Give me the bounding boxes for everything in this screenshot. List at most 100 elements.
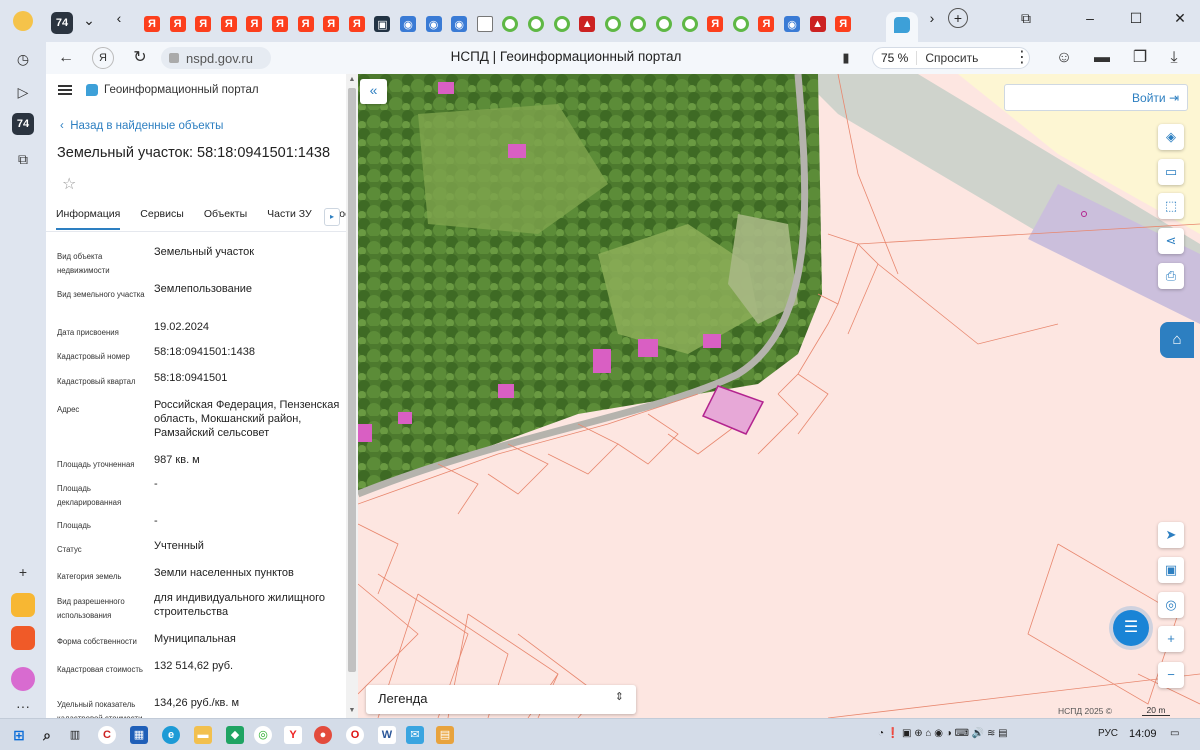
extension-icon[interactable]: ☺ (1054, 48, 1074, 68)
locate-icon[interactable]: ➤ (1158, 522, 1184, 548)
url-field[interactable]: nspd.gov.ru (161, 47, 271, 69)
active-tab[interactable] (886, 12, 918, 42)
side-assistant-tab[interactable]: ⌂ (1160, 322, 1194, 358)
profile-avatar[interactable] (13, 11, 33, 31)
map-canvas[interactable] (358, 74, 1200, 718)
windows-start-icon[interactable]: ⊞ (10, 726, 28, 744)
tab-favicon-icon[interactable]: ▣ (374, 16, 391, 32)
tab-favicon-icon[interactable]: Я (707, 16, 724, 32)
back-icon[interactable]: ← (56, 48, 76, 68)
legend-dropdown[interactable]: Легенда ⇕ (366, 685, 636, 714)
reload-icon[interactable]: ↻ (130, 48, 150, 68)
app-yellow-icon[interactable] (11, 593, 35, 617)
tab-favicon-icon[interactable]: Я (758, 16, 775, 32)
yandex-icon[interactable]: Я (92, 47, 114, 69)
add-icon[interactable]: + (11, 560, 35, 584)
tab-favicon-icon[interactable] (553, 16, 570, 32)
more-icon[interactable]: ··· (11, 694, 35, 718)
tab-favicon-icon[interactable]: Я (835, 16, 852, 32)
scroll-thumb[interactable] (348, 88, 356, 672)
tabs-scroll-right-icon[interactable]: › (922, 10, 942, 26)
zoom-in-icon[interactable]: + (1158, 626, 1184, 652)
explorer-icon[interactable]: ▬ (194, 726, 212, 744)
close-window-icon[interactable]: ✕ (1170, 10, 1190, 26)
tab-favicon-icon[interactable]: Я (169, 16, 186, 32)
language-indicator[interactable]: РУС (1098, 728, 1118, 739)
tabs-scroll-left-icon[interactable]: ‹ (109, 10, 129, 26)
tab-objects[interactable]: Объекты (204, 208, 247, 230)
opera-icon[interactable]: O (346, 726, 364, 744)
edge-icon[interactable]: e (162, 726, 180, 744)
minimap-icon[interactable]: ▣ (1158, 557, 1184, 583)
alice-icon[interactable] (11, 667, 35, 691)
bookmark-icon[interactable]: ▮ (836, 48, 856, 68)
app-circle-icon[interactable]: ◎ (254, 726, 272, 744)
login-button[interactable]: Войти ⇥ (1004, 84, 1188, 111)
hamburger-menu-icon[interactable] (58, 85, 72, 95)
tab-favicon-icon[interactable]: ▲ (809, 16, 826, 32)
play-icon[interactable]: ▷ (11, 80, 35, 104)
tab-favicon-icon[interactable]: ▲ (579, 16, 596, 32)
tray-icons[interactable]: ◔ ❗ ▣ ⊕ ⌂ ◉ ◑ ⌨ 🔊 ≋ ▤ (878, 728, 1008, 739)
map-view[interactable] (358, 74, 1200, 718)
download-icon[interactable]: ⤓ (1164, 48, 1184, 68)
tab-favicon-icon[interactable]: Я (272, 16, 288, 32)
tab-favicon-icon[interactable] (630, 16, 647, 32)
collections-icon[interactable]: ❐ (1130, 48, 1150, 68)
tab-favicon-icon[interactable]: Я (195, 16, 212, 32)
layers-icon[interactable]: ◈ (1158, 124, 1184, 150)
notifications-icon[interactable]: ▭ (1170, 728, 1179, 739)
tab-favicon-icon[interactable] (502, 16, 519, 32)
tab-services[interactable]: Сервисы (140, 208, 184, 230)
tab-favicon-icon[interactable]: Я (348, 16, 365, 32)
scroll-down-icon[interactable]: ▼ (348, 707, 356, 715)
chevron-down-icon[interactable]: ⌄ (79, 12, 99, 28)
zoom-and-ask[interactable]: 75 % Спросить (872, 47, 1030, 69)
tab-group-badge[interactable]: 74 (51, 12, 73, 34)
tab-info[interactable]: Информация (56, 208, 121, 230)
tab-favicon-icon[interactable] (681, 16, 698, 32)
tab-parts[interactable]: Части ЗУ (267, 208, 312, 230)
tab-favicon-icon[interactable] (656, 16, 672, 32)
tab-favicon-icon[interactable]: ◉ (451, 16, 468, 32)
new-tab-icon[interactable]: + (948, 8, 968, 28)
menu-dots-icon[interactable]: ⋮ (1012, 48, 1032, 68)
extension-2-icon[interactable]: ▬ (1092, 48, 1112, 68)
tabs-overview-icon[interactable]: ⧉ (1016, 10, 1036, 26)
scroll-up-icon[interactable]: ▲ (348, 76, 356, 84)
favorite-star-icon[interactable]: ☆ (62, 174, 76, 194)
app-orange-icon[interactable]: ▤ (436, 726, 454, 744)
tabs-count-badge[interactable]: 74 (12, 113, 34, 135)
back-to-results-link[interactable]: ‹ Назад в найденные объекты (60, 120, 223, 132)
chat-icon[interactable]: ☰ (1113, 610, 1149, 646)
tab-favicon-icon[interactable]: Я (323, 16, 340, 32)
tab-favicon-icon[interactable]: ◉ (400, 16, 416, 32)
app-c-icon[interactable]: C (98, 726, 116, 744)
tab-favicon-icon[interactable]: ◉ (784, 16, 800, 32)
ask-button[interactable]: Спросить (917, 51, 978, 65)
tab-favicon-icon[interactable]: Я (144, 16, 160, 32)
history-icon[interactable]: ◷ (11, 47, 35, 71)
select-area-icon[interactable]: ⬚ (1158, 193, 1184, 219)
zoom-level[interactable]: 75 % (873, 51, 918, 65)
geolocation-icon[interactable]: ◎ (1158, 592, 1184, 618)
app-store-icon[interactable]: ▦ (130, 726, 148, 744)
tab-favicon-icon[interactable]: Я (246, 16, 263, 32)
print-icon[interactable]: ⎙ (1158, 263, 1184, 289)
panel-scrollbar[interactable]: ▲ ▼ (346, 74, 358, 718)
screenshot-icon[interactable]: ⧉ (11, 147, 35, 171)
yandex-browser-icon[interactable]: Y (284, 726, 302, 744)
tab-favicon-icon[interactable] (476, 16, 493, 32)
app-green-icon[interactable]: ◆ (226, 726, 244, 744)
chrome-icon[interactable]: ● (314, 726, 332, 744)
zoom-out-icon[interactable]: − (1158, 662, 1184, 688)
share-icon[interactable]: ⋖ (1158, 228, 1184, 254)
collapse-panel-button[interactable]: « (360, 79, 387, 104)
tab-favicon-icon[interactable] (528, 16, 544, 32)
search-icon[interactable]: ⌕ (38, 726, 56, 744)
tab-favicon-icon[interactable]: Я (220, 16, 237, 32)
tabs-next-icon[interactable]: ▸ (324, 208, 340, 226)
minimize-icon[interactable]: – (1080, 10, 1100, 26)
tab-favicon-icon[interactable]: Я (297, 16, 314, 32)
tab-favicon-icon[interactable]: ◉ (425, 16, 442, 32)
